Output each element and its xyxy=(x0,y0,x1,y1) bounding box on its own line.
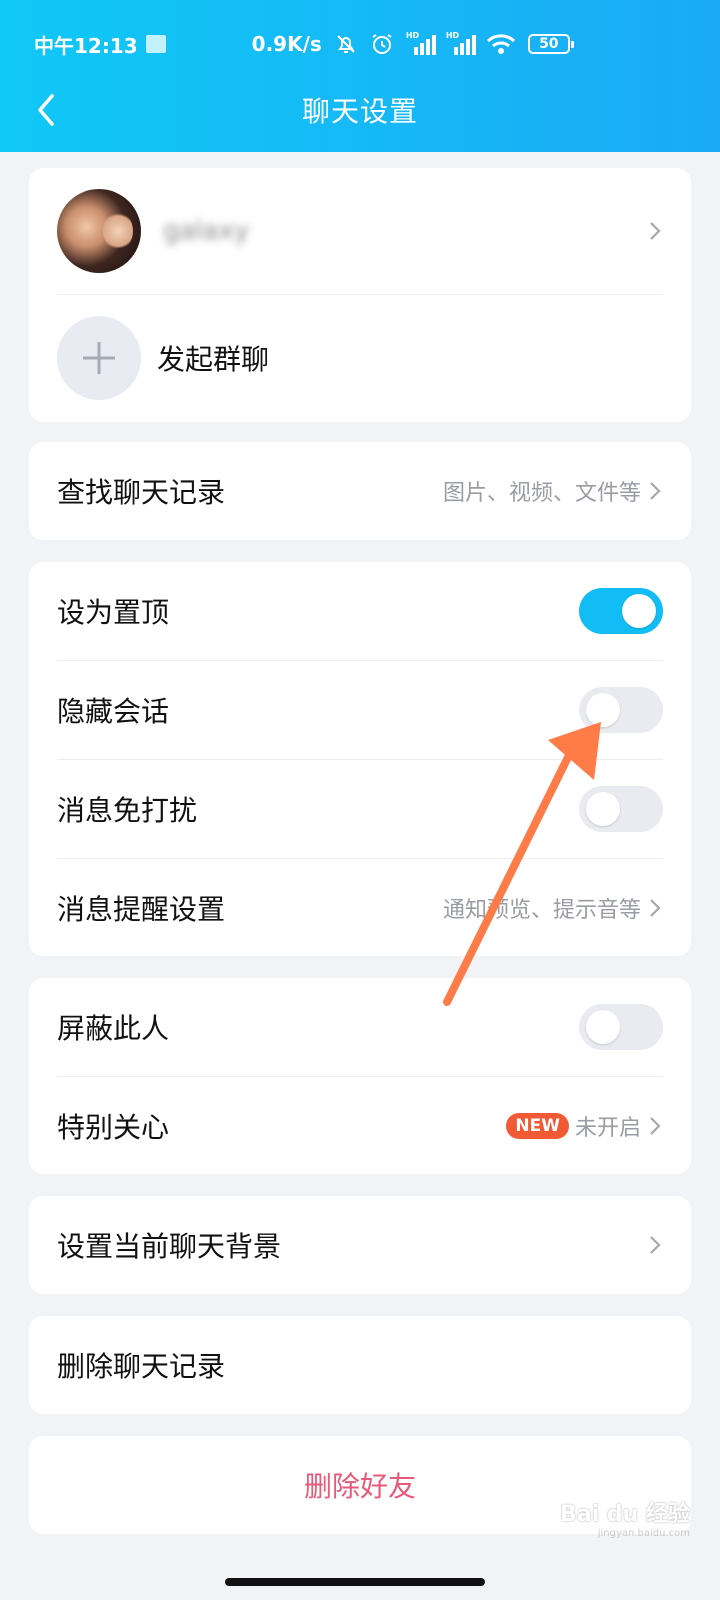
signal-icon-1: HD xyxy=(406,31,436,55)
page-title: 聊天设置 xyxy=(301,95,418,128)
divider xyxy=(57,294,663,295)
status-right-group: 0.9K/s HD HD 50 xyxy=(251,31,574,56)
search-history-hint: 图片、视频、文件等 xyxy=(442,481,641,506)
nav-bar: 聊天设置 xyxy=(0,80,720,140)
search-history-card: 查找聊天记录 图片、视频、文件等 xyxy=(29,442,691,540)
block-row: 屏蔽此人 xyxy=(57,978,663,1076)
mute-toggle[interactable] xyxy=(579,786,663,832)
search-history-label: 查找聊天记录 xyxy=(57,476,226,509)
special-care-label: 特别关心 xyxy=(57,1110,170,1144)
block-label: 屏蔽此人 xyxy=(57,1012,170,1045)
hide-chat-label: 隐藏会话 xyxy=(57,695,170,728)
create-group-row[interactable]: 发起群聊 xyxy=(57,315,663,401)
block-toggle[interactable] xyxy=(579,1004,663,1050)
background-row[interactable]: 设置当前聊天背景 xyxy=(57,1196,663,1294)
avatar[interactable] xyxy=(57,189,141,273)
battery-indicator: 50 xyxy=(527,34,574,54)
pin-toggle[interactable] xyxy=(579,588,663,634)
delete-history-card: 删除聊天记录 xyxy=(29,1316,691,1414)
wifi-icon xyxy=(486,34,515,54)
new-badge: NEW xyxy=(506,1112,569,1139)
special-care-row[interactable]: 特别关心 NEW 未开启 xyxy=(57,1077,663,1174)
delete-friend-button[interactable]: 删除好友 xyxy=(304,1465,416,1505)
status-time: 中午12:13 xyxy=(34,33,138,58)
contact-name: galaxy xyxy=(163,216,250,246)
create-group-label: 发起群聊 xyxy=(157,343,270,376)
watermark: Bai du 经验 jingyan.baidu.com xyxy=(540,1496,690,1546)
signal-icon-2: HD xyxy=(446,31,476,55)
pin-row: 设为置顶 xyxy=(57,562,663,660)
mute-row: 消息免打扰 xyxy=(57,760,663,858)
chevron-right-icon xyxy=(650,482,661,500)
special-care-status: 未开启 xyxy=(574,1115,641,1141)
mute-label: 消息免打扰 xyxy=(57,794,198,827)
delete-history-label: 删除聊天记录 xyxy=(57,1350,226,1383)
profile-row[interactable]: galaxy xyxy=(57,188,663,274)
toggle-knob xyxy=(586,693,620,727)
network-speed: 0.9K/s xyxy=(251,32,322,56)
chevron-right-icon xyxy=(650,898,661,917)
toggle-knob xyxy=(622,594,656,628)
alarm-icon xyxy=(372,34,392,54)
back-arrow-icon[interactable] xyxy=(28,90,68,130)
hide-chat-toggle[interactable] xyxy=(579,687,663,733)
header-bar: 中午12:13 0.9K/s HD HD 50 聊天设置 xyxy=(0,0,720,152)
bell-off-icon xyxy=(337,35,355,53)
chevron-right-icon xyxy=(650,222,661,240)
notification-icon xyxy=(145,35,166,53)
hide-chat-row: 隐藏会话 xyxy=(57,661,663,759)
plus-icon xyxy=(57,316,141,400)
delete-history-row[interactable]: 删除聊天记录 xyxy=(57,1316,663,1414)
notify-settings-label: 消息提醒设置 xyxy=(57,892,226,926)
home-indicator[interactable] xyxy=(225,1578,485,1586)
background-card: 设置当前聊天背景 xyxy=(29,1196,691,1294)
notify-settings-hint: 通知预览、提示音等 xyxy=(442,897,641,923)
watermark-url: jingyan.baidu.com xyxy=(597,1528,690,1539)
watermark-text: Bai du 经验 xyxy=(560,1502,690,1527)
chat-options-card: 设为置顶 隐藏会话 消息免打扰 消息提醒设置 通知预览、提示音等 xyxy=(29,562,691,956)
chevron-right-icon xyxy=(650,1236,661,1254)
pin-label: 设为置顶 xyxy=(57,596,170,629)
status-bar: 中午12:13 0.9K/s HD HD 50 xyxy=(0,26,720,62)
profile-card: galaxy 发起群聊 xyxy=(29,168,691,422)
notify-settings-row[interactable]: 消息提醒设置 通知预览、提示音等 xyxy=(57,859,663,956)
relationship-card: 屏蔽此人 特别关心 NEW 未开启 xyxy=(29,978,691,1174)
toggle-knob xyxy=(586,792,620,826)
background-label: 设置当前聊天背景 xyxy=(57,1230,282,1263)
toggle-knob xyxy=(586,1010,620,1044)
search-history-row[interactable]: 查找聊天记录 图片、视频、文件等 xyxy=(57,442,663,540)
chevron-right-icon xyxy=(650,1116,661,1135)
status-time-group: 中午12:13 xyxy=(34,30,166,59)
